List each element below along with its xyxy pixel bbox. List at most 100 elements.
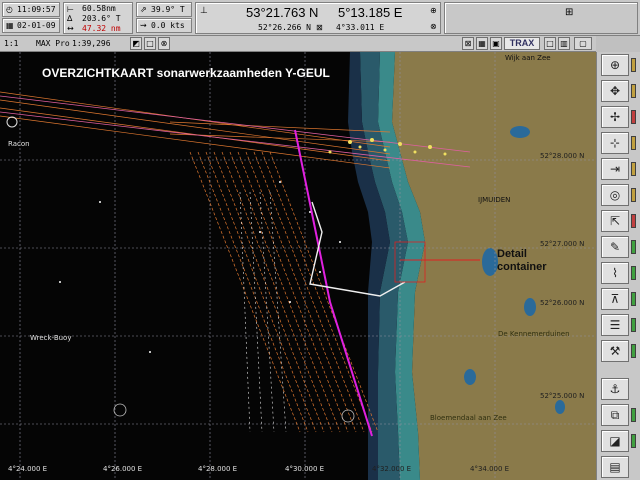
indicator-yellow: [631, 136, 636, 150]
brand-name: TRAX: [509, 38, 535, 48]
indicator-yellow: [631, 58, 636, 72]
brand-logo: TRAX: [504, 37, 540, 50]
scale-ratio: 1:1: [4, 39, 19, 48]
indicator-green: [631, 266, 636, 280]
lake: [464, 369, 476, 385]
place-label-wreck: Wreck-Buoy: [30, 334, 72, 342]
frame-button[interactable]: ▣: [490, 37, 502, 50]
lake: [482, 248, 498, 276]
range-box: ⊢ 60.58nm ∆ 203.6° T ↔ 47.32 nm: [63, 2, 133, 34]
waypoint-icon: ⊹: [609, 136, 621, 150]
mode-button[interactable]: ◩: [130, 37, 142, 50]
list-button[interactable]: ☰: [601, 314, 629, 336]
route-button[interactable]: ⇥: [601, 158, 629, 180]
fill-icon: ◪: [609, 434, 621, 448]
lon-tick: 4°24.000 E: [8, 465, 48, 473]
right-toolbar: ⊕ ✥ ✢ ⊹ ⇥ ◎ ⇱ ✎ ⌇ ⊼ ☰ ⚒ ⚓ ⧉ ◪ ▤: [596, 52, 640, 480]
cancel-button[interactable]: ⊗: [158, 37, 170, 50]
frame-icon: ▣: [492, 39, 500, 48]
time-display: 11:09:57: [17, 5, 56, 14]
square-button[interactable]: □: [144, 37, 156, 50]
indicator-yellow: [631, 84, 636, 98]
scale-value: 1:39,296: [72, 39, 111, 48]
lat-tick: 52°28.000 N: [540, 152, 585, 160]
indicator-red: [631, 214, 636, 228]
track-button[interactable]: ⇱: [601, 210, 629, 232]
date-display: 02-01-09: [17, 21, 56, 30]
position-box: ⊥ 53°21.763 N 5°13.185 E 52°26.266 N ⊠ 4…: [195, 2, 441, 34]
speed-box: ⇝ 0.0 kts: [136, 18, 192, 33]
mark-icon: ✎: [609, 240, 621, 254]
scale-bar: 1:1 MAX Pro 1:39,296 ◩ □ ⊗ ⊠ ▦ ▣ TRAX □ …: [0, 36, 596, 52]
zoom-in-icon: ⊕: [609, 58, 621, 72]
heading-icon: ⇗: [140, 5, 147, 14]
speed-value: 0.0 kts: [151, 21, 185, 30]
grid-button[interactable]: ▦: [476, 37, 488, 50]
date-box: ▦ 02-01-09: [2, 18, 60, 33]
detail-annotation: Detail container: [497, 248, 547, 274]
survey-tracks: [189, 151, 379, 433]
tide-button[interactable]: ⌇: [601, 262, 629, 284]
chart-title: OVERZICHTKAART sonarwerkzaamheden Y-GEUL: [42, 66, 330, 80]
place-label-wijk: Wijk aan Zee: [505, 54, 551, 62]
nautical-chart[interactable]: OVERZICHTKAART sonarwerkzaamheden Y-GEUL…: [0, 52, 596, 480]
white-tracks: [239, 191, 287, 433]
tools-button[interactable]: ⚒: [601, 340, 629, 362]
place-label-bloemendaal: Bloemendaal aan Zee: [430, 414, 507, 422]
layers-button[interactable]: ⊠: [462, 37, 474, 50]
toggle-a-button[interactable]: □: [544, 37, 556, 50]
target-button[interactable]: ◎: [601, 184, 629, 206]
extra-button[interactable]: ▤: [601, 456, 629, 478]
lon-tick: 4°26.000 E: [103, 465, 143, 473]
lake: [510, 126, 530, 138]
time-box: ◴ 11:09:57: [2, 2, 60, 17]
ship-latitude: 52°26.266 N: [258, 23, 311, 32]
cursor-longitude: 5°13.185 E: [338, 5, 403, 20]
wreck-circle-icon: [113, 403, 127, 417]
copy-icon: ⧉: [610, 408, 620, 422]
status-bar: ◴ 11:09:57 ▦ 02-01-09 ⊢ 60.58nm ∆ 203.6°…: [0, 0, 640, 36]
box-icon: □: [546, 39, 554, 48]
clock-icon: ◴: [6, 5, 13, 14]
extra-icon: ▤: [609, 460, 621, 474]
gps-icon: ⊞: [565, 7, 574, 18]
pro-label: MAX Pro: [36, 39, 70, 48]
crosshair-icon[interactable]: ⊕: [430, 7, 437, 15]
lon-tick: 4°32.000 E: [372, 465, 412, 473]
distance-value: 47.32 nm: [82, 24, 121, 33]
grid-icon: ▦: [478, 39, 486, 48]
ship-longitude: 4°33.011 E: [336, 23, 385, 32]
indicator-green: [631, 240, 636, 254]
window-icon: ▢: [579, 39, 587, 48]
fill-button[interactable]: ◪: [601, 430, 629, 452]
copy-button[interactable]: ⧉: [601, 404, 629, 426]
zoom-in-button[interactable]: ⊕: [601, 54, 629, 76]
indicator-green: [631, 434, 636, 448]
pan-button[interactable]: ✥: [601, 80, 629, 102]
square-icon: □: [146, 39, 154, 48]
list-icon: ☰: [609, 318, 621, 332]
move-button[interactable]: ✢: [601, 106, 629, 128]
waypoint-button[interactable]: ⊹: [601, 132, 629, 154]
route-icon: ⇥: [609, 162, 621, 176]
channel-lines: [0, 91, 391, 169]
heading-box: ⇗ 39.9° T: [136, 2, 192, 17]
place-label-racon: Racon: [8, 140, 30, 148]
heading-value: 39.9° T: [151, 5, 185, 14]
indicator-green: [631, 318, 636, 332]
track-icon: ⇱: [609, 214, 621, 228]
lat-tick: 52°27.000 N: [540, 240, 585, 248]
sonar-button[interactable]: ⊼: [601, 288, 629, 310]
racon-icon: [6, 116, 18, 128]
target-icon: ◎: [609, 188, 621, 202]
tools-icon: ⚒: [609, 344, 621, 358]
layers-icon: ⊠: [464, 39, 472, 48]
mark-button[interactable]: ✎: [601, 236, 629, 258]
anchor-button[interactable]: ⚓: [601, 378, 629, 400]
lon-tick: 4°34.000 E: [470, 465, 510, 473]
lat-tick: 52°25.000 N: [540, 392, 585, 400]
tide-icon: ⌇: [612, 266, 618, 280]
target-small-icon[interactable]: ⊗: [430, 23, 437, 31]
window-button[interactable]: ▢: [574, 37, 592, 50]
toggle-b-button[interactable]: ▥: [558, 37, 570, 50]
